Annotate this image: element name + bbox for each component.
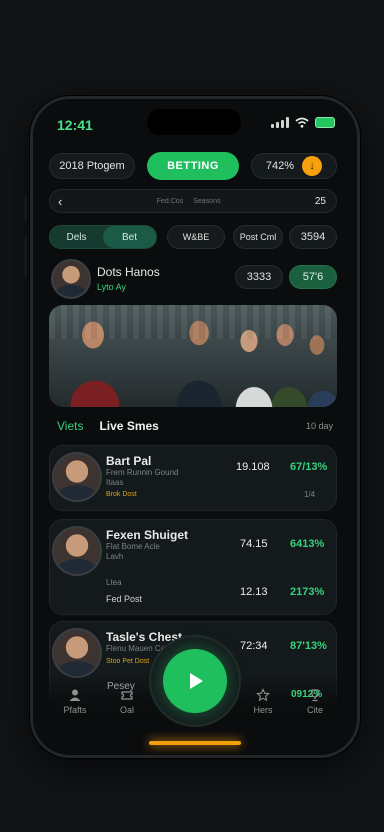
player-sub: Flat Bome Acle xyxy=(106,542,160,551)
player-value: 72:34 xyxy=(240,640,268,652)
search-count: 25 xyxy=(314,195,326,207)
coin-icon: ↓ xyxy=(302,156,323,176)
nav-label-pesey: Pesey xyxy=(107,681,135,692)
play-button[interactable] xyxy=(163,649,227,713)
section-title[interactable]: Live Smes xyxy=(99,419,158,433)
nav-item-hers[interactable]: Hers xyxy=(243,688,283,715)
profile-chip[interactable]: 2018 Ptogem xyxy=(49,153,135,179)
featured-name: Dots Hanos xyxy=(97,265,160,279)
tab-dels[interactable]: Dels xyxy=(50,226,103,248)
player-avatar xyxy=(52,628,102,678)
status-time: 12:41 xyxy=(57,117,93,133)
dynamic-island xyxy=(147,109,241,135)
tab-viets[interactable]: Viets xyxy=(57,419,83,433)
player-extra: Ltea xyxy=(106,578,122,587)
nav-label: Cite xyxy=(306,705,323,715)
filter-chip-post[interactable]: Post Cml xyxy=(233,225,283,249)
nav-label: Hers xyxy=(253,705,273,715)
player-value: 19.108 xyxy=(236,461,270,473)
player-pct2: 1/4 xyxy=(304,490,316,499)
range-label[interactable]: 10 day xyxy=(306,421,333,431)
play-icon xyxy=(190,673,203,689)
player-pct2: 2173% xyxy=(290,586,325,598)
star-icon xyxy=(256,688,270,702)
home-indicator[interactable] xyxy=(149,741,241,745)
nav-label: Pfafts xyxy=(63,705,87,715)
player-avatar xyxy=(52,452,102,502)
player-extra: Fed Post xyxy=(106,594,143,604)
player-name: Bart Pal xyxy=(106,454,152,468)
filter-chip-count[interactable]: 3594 xyxy=(289,225,337,249)
player-pct: 67/13% xyxy=(290,461,328,473)
search-hints: Fed.Cos Seasons xyxy=(62,198,315,205)
nav-item-pfafts[interactable]: Pfafts xyxy=(55,688,95,715)
filter-chip-webe[interactable]: W&BE xyxy=(167,225,225,249)
user-icon xyxy=(69,689,81,701)
player-pct: 6413% xyxy=(290,538,325,550)
balance-chip[interactable]: 742% ↓ xyxy=(251,153,337,179)
segment-tabs: Dels Bet xyxy=(49,225,157,249)
search-hint: Seasons xyxy=(193,197,221,205)
player-sub2: Lavh xyxy=(106,552,124,561)
nav-item-cite[interactable]: Cite xyxy=(295,688,335,715)
betting-button[interactable]: BETTING xyxy=(147,152,239,180)
player-card[interactable]: Bart Pal Frem Runnin Gound Itaas Brok Do… xyxy=(49,445,337,511)
player-value: 74.15 xyxy=(240,538,268,550)
stadium-stand xyxy=(49,305,337,339)
nav-label: Oal xyxy=(119,705,134,715)
player-value2: 12.13 xyxy=(240,586,268,598)
trophy-icon xyxy=(311,689,319,702)
search-hint: Fed.Cos xyxy=(156,197,184,205)
tab-bet[interactable]: Bet xyxy=(103,226,156,248)
player-sub2: Itaas xyxy=(106,478,124,487)
player-tag: Brok Dost xyxy=(106,491,137,498)
balance-value: 742% xyxy=(265,160,295,172)
player-sub: Frem Runnin Gound xyxy=(106,468,179,477)
player-avatar xyxy=(52,526,102,576)
player-name: Fexen Shuiget xyxy=(106,528,189,542)
battery-icon xyxy=(315,117,335,128)
phone-frame: 12:41 2018 Ptogem BETTING 742% ↓ ‹ Fed.C… xyxy=(30,96,360,758)
featured-stat[interactable]: 3333 xyxy=(235,265,283,289)
search-bar[interactable]: ‹ Fed.Cos Seasons 25 xyxy=(49,189,337,213)
team-photo xyxy=(49,305,337,407)
nav-item-oal[interactable]: Oal xyxy=(107,688,147,715)
player-pct: 87'13% xyxy=(290,640,327,652)
phone-side-button xyxy=(24,238,27,278)
phone-side-button xyxy=(24,196,27,222)
signal-icon xyxy=(271,117,289,128)
player-tag: Stoo Pet Dost xyxy=(106,658,150,665)
featured-avatar[interactable] xyxy=(51,259,91,299)
featured-status: Lyto Ay xyxy=(97,282,127,292)
featured-odds-button[interactable]: 57'6 xyxy=(289,265,337,289)
wifi-icon xyxy=(295,117,309,128)
status-icons xyxy=(271,117,335,128)
section-tabs: Viets Live Smes xyxy=(57,419,159,433)
player-card[interactable]: Fexen Shuiget Flat Bome Acle Lavh Ltea F… xyxy=(49,519,337,615)
play-button-ring xyxy=(149,635,241,727)
